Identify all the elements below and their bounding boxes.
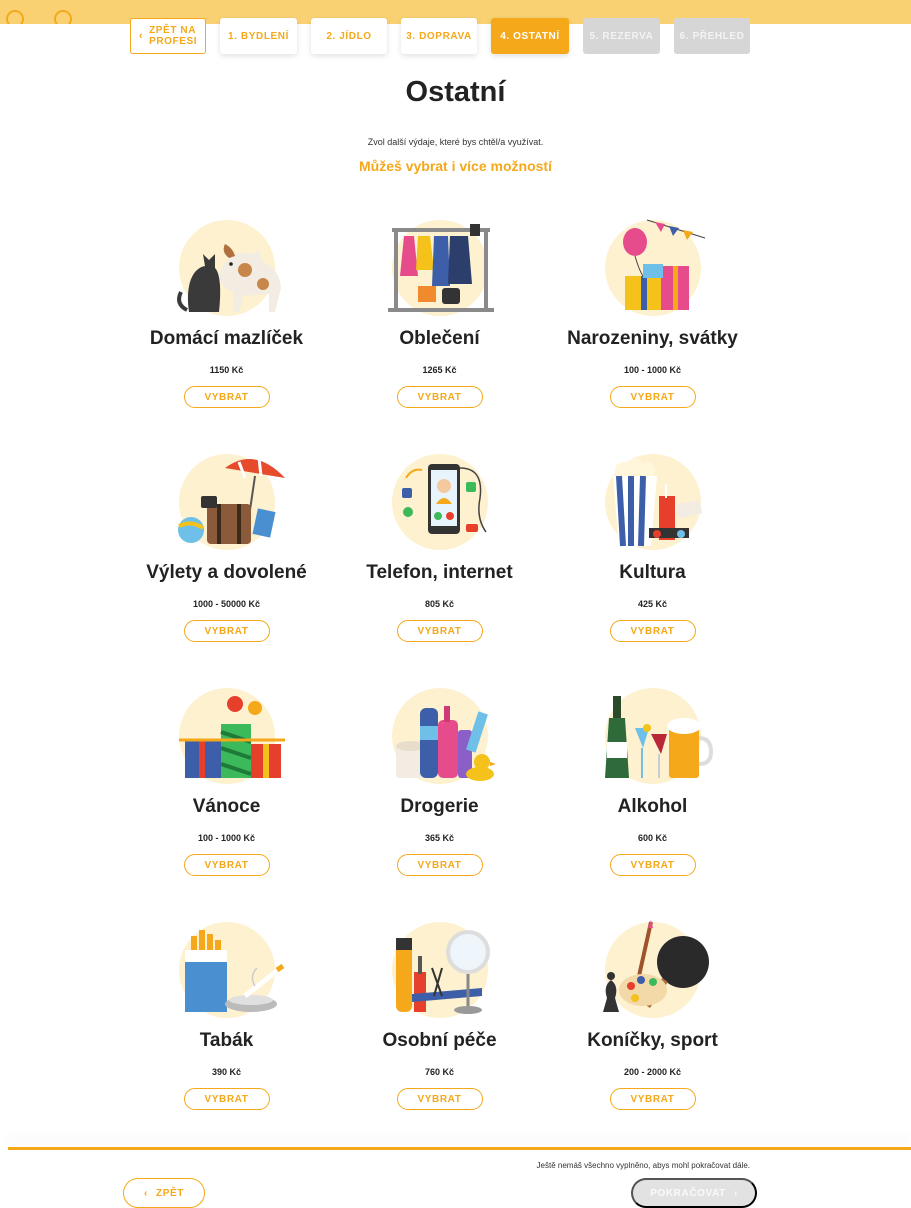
expense-name: Osobní péče [382,1030,497,1051]
step-tab-doprava[interactable]: 3. DOPRAVA [401,18,477,54]
expense-price: 600 Kč [637,833,668,843]
step-tab-bydleni[interactable]: 1. BYDLENÍ [220,18,297,54]
expense-name: Vánoce [192,796,261,817]
select-personal-care-button[interactable]: VYBRAT [396,1088,483,1110]
alcohol-drinks-icon [604,688,713,784]
select-alcohol-button[interactable]: VYBRAT [609,854,696,876]
select-birthday-button[interactable]: VYBRAT [609,386,696,408]
back-label-line2: PROFESI [149,36,198,47]
expense-name: Kultura [619,562,686,583]
footer-divider [8,1147,911,1150]
expense-price: 390 Kč [211,1067,242,1077]
select-drugstore-button[interactable]: VYBRAT [396,854,483,876]
expense-card: Domácí mazlíček 1150 Kč VYBRAT [120,220,333,454]
toiletries-icon [391,688,496,784]
step-tab-rezerva: 5. REZERVA [583,18,660,54]
expense-card: Kultura 425 Kč VYBRAT [546,454,759,688]
expense-name: Narozeniny, svátky [567,328,738,349]
expense-card: Tabák 390 Kč VYBRAT [120,922,333,1156]
step-tab-prehled: 6. PŘEHLED [674,18,750,54]
decor-curl-icon [54,10,72,24]
clothes-rack-icon [387,220,494,316]
pets-icon [176,220,281,316]
expense-card: Vánoce 100 - 1000 Kč VYBRAT [120,688,333,922]
incomplete-warning: Ještě nemáš všechno vyplněno, abys mohl … [536,1161,750,1170]
christmas-gifts-icon [178,688,285,784]
travel-suitcase-icon [177,454,285,550]
hobby-sport-icon [602,920,709,1018]
expense-price: 805 Kč [424,599,455,609]
select-culture-button[interactable]: VYBRAT [609,620,696,642]
select-phone-button[interactable]: VYBRAT [396,620,483,642]
expense-card: Koníčky, sport 200 - 2000 Kč VYBRAT [546,920,759,1156]
expense-card: Narozeniny, svátky 100 - 1000 Kč VYBRAT [546,219,759,454]
page-title: Ostatní [405,76,506,108]
step-navigation: ‹ ZPĚT NA PROFESI 1. BYDLENÍ 2. JÍDLO 3. … [130,18,750,54]
cigarettes-icon [178,922,285,1018]
chevron-left-icon: ‹ [144,1187,148,1199]
expense-price: 425 Kč [637,599,668,609]
smartphone-icon [391,454,488,550]
decor-curl-icon [6,10,24,24]
popcorn-cinema-icon [604,454,702,550]
expense-card: Osobní péče 760 Kč VYBRAT [333,922,546,1156]
expense-card: Výlety a dovolené 1000 - 50000 Kč VYBRAT [120,454,333,688]
birthday-gifts-icon [604,219,705,316]
select-hobby-button[interactable]: VYBRAT [609,1088,696,1110]
expense-card: Telefon, internet 805 Kč VYBRAT [333,454,546,688]
expense-price: 1265 Kč [422,365,457,375]
select-clothes-button[interactable]: VYBRAT [396,386,483,408]
continue-button: POKRAČOVAT › [631,1178,757,1208]
select-tobacco-button[interactable]: VYBRAT [183,1088,270,1110]
select-christmas-button[interactable]: VYBRAT [183,854,270,876]
expense-name: Tabák [199,1030,254,1051]
select-pets-button[interactable]: VYBRAT [183,386,270,408]
expense-price: 760 Kč [424,1067,455,1077]
expense-price: 200 - 2000 Kč [623,1067,682,1077]
expense-card: Drogerie 365 Kč VYBRAT [333,688,546,922]
expense-price: 100 - 1000 Kč [197,833,256,843]
expense-price: 1150 Kč [209,365,244,375]
back-label-line1: ZPĚT NA [149,25,197,36]
expense-card-grid: Domácí mazlíček 1150 Kč VYBRAT Oblečení … [120,219,800,1156]
multi-select-hint: Můžeš vybrat i více možností [359,158,552,174]
expense-price: 365 Kč [424,833,455,843]
continue-button-label: POKRAČOVAT [650,1187,726,1199]
expense-name: Domácí mazlíček [149,328,304,349]
chevron-right-icon: › [733,1187,738,1199]
step-tab-ostatni[interactable]: 4. OSTATNÍ [491,18,569,54]
expense-card: Alkohol 600 Kč VYBRAT [546,688,759,922]
expense-card: Oblečení 1265 Kč VYBRAT [333,220,546,454]
expense-name: Koníčky, sport [587,1030,718,1051]
chevron-left-icon: ‹ [138,29,144,42]
select-travel-button[interactable]: VYBRAT [183,620,270,642]
expense-name: Alkohol [617,796,688,817]
expense-name: Drogerie [400,796,479,817]
back-to-profession-button[interactable]: ‹ ZPĚT NA PROFESI [130,18,206,54]
step-tab-jidlo[interactable]: 2. JÍDLO [311,18,387,54]
personal-care-icon [391,922,490,1018]
back-button-label: ZPĚT [155,1187,184,1199]
back-button[interactable]: ‹ ZPĚT [123,1178,205,1208]
expense-name: Oblečení [399,328,480,349]
page-subtitle: Zvol další výdaje, které bys chtěl/a vyu… [367,137,544,147]
expense-name: Výlety a dovolené [146,562,307,583]
expense-price: 1000 - 50000 Kč [192,599,261,609]
expense-price: 100 - 1000 Kč [623,365,682,375]
expense-name: Telefon, internet [366,562,513,583]
